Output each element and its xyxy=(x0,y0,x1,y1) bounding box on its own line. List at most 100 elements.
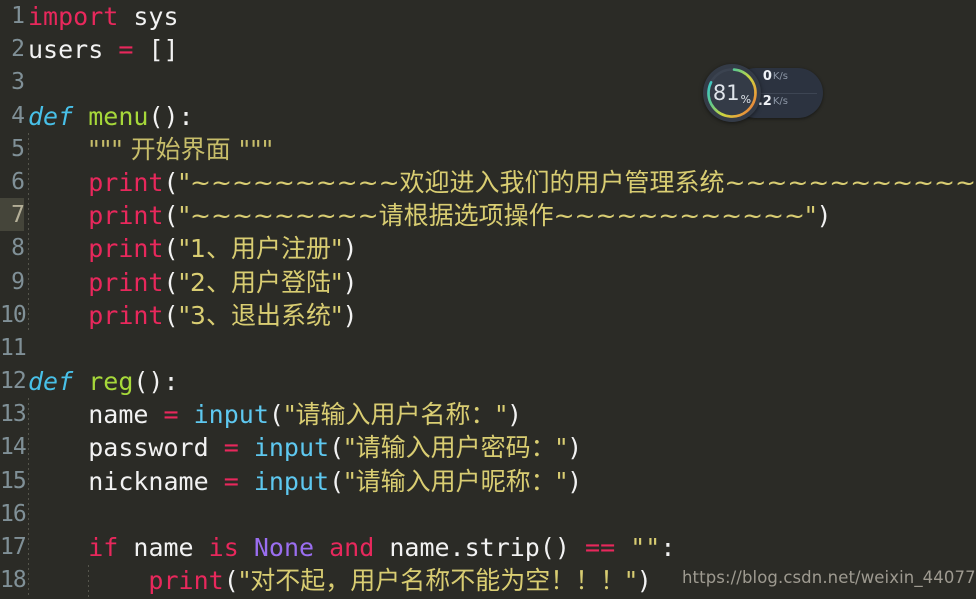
code-line[interactable]: 12def reg(): xyxy=(0,365,976,398)
cpu-percent-symbol: % xyxy=(740,93,752,106)
code-token: nickname xyxy=(88,466,209,496)
code-token: input xyxy=(193,400,269,430)
code-line[interactable]: 1 import sys xyxy=(0,0,976,33)
code-token: = xyxy=(118,35,134,65)
code-token: "请输入用户名称：" xyxy=(283,400,507,430)
code-line-text: print("~~~~~~~~~~欢迎进入我们的用户管理系统~~~~~~~~~~… xyxy=(28,168,976,197)
code-token: if xyxy=(88,533,119,562)
code-line[interactable]: 11 xyxy=(0,332,976,365)
line-number: 10 xyxy=(0,301,27,328)
code-line[interactable]: 16 xyxy=(0,498,976,531)
code-token: def xyxy=(28,101,74,131)
code-token: name xyxy=(133,533,194,562)
code-line[interactable]: 15 nickname = input("请输入用户昵称：") xyxy=(0,465,976,498)
code-line[interactable]: 13 name = input("请输入用户名称：") xyxy=(0,398,976,431)
code-token: ( xyxy=(329,466,345,496)
code-token: def xyxy=(28,367,74,397)
code-line-text: print("~~~~~~~~~请根据选项操作~~~~~~~~~~~~") xyxy=(28,201,832,231)
code-token: ) xyxy=(342,267,358,297)
code-line-text: users = [] xyxy=(28,35,179,64)
network-speed-widget[interactable]: 0 K/s 0.2 K/s 81 % xyxy=(703,64,823,122)
line-number: 18 xyxy=(0,567,27,594)
code-token: ) xyxy=(506,400,523,430)
code-token: ( xyxy=(223,566,239,596)
line-number: 3 xyxy=(11,69,25,96)
cpu-usage-value: 81 xyxy=(712,81,740,105)
code-token: "~~~~~~~~~请根据选项操作~~~~~~~~~~~~" xyxy=(178,201,817,231)
code-line[interactable]: 5 """ 开始界面 """ xyxy=(0,133,976,166)
code-token: name xyxy=(88,400,149,430)
code-token: "~~~~~~~~~~欢迎进入我们的用户管理系统~~~~~~~~~~~~" xyxy=(178,167,976,197)
code-token: ) xyxy=(636,566,652,596)
line-number: 2 xyxy=(11,36,25,63)
code-line[interactable]: 10 print("3、退出系统") xyxy=(0,299,976,332)
code-token: import xyxy=(28,2,119,31)
code-token: "3、退出系统" xyxy=(178,300,343,330)
code-token: : xyxy=(660,533,676,562)
line-number: 11 xyxy=(0,334,27,361)
line-number: 16 xyxy=(0,500,27,527)
line-number: 17 xyxy=(0,534,27,560)
line-number: 9 xyxy=(11,268,25,295)
code-line[interactable]: 17 if name is None and name.strip() == "… xyxy=(0,531,976,564)
code-line[interactable]: 4 def menu(): xyxy=(0,100,976,133)
code-line-text: print("1、用户注册") xyxy=(28,234,358,264)
watermark-text: https://blog.csdn.net/weixin_44077638 xyxy=(682,568,976,587)
code-content[interactable]: 1 import sys 2 users = [] 3 4 def menu(): 5 """… xyxy=(0,0,976,597)
code-line-text: """ 开始界面 """ xyxy=(28,135,273,164)
code-token: () xyxy=(148,101,179,131)
code-token: password xyxy=(88,433,209,463)
code-token: "2、用户登陆" xyxy=(178,267,343,297)
code-token: print xyxy=(88,300,164,330)
code-line-text: nickname = input("请输入用户昵称：") xyxy=(28,467,582,496)
code-token: print xyxy=(88,234,164,264)
code-token: ) xyxy=(342,234,358,264)
code-line-text: password = input("请输入用户密码：") xyxy=(28,433,582,462)
code-line[interactable]: 7 print("~~~~~~~~~请根据选项操作~~~~~~~~~~~~") xyxy=(0,199,976,232)
code-token: print xyxy=(88,167,164,197)
code-line-text: if name is None and name.strip() == "": xyxy=(28,533,675,562)
code-token: () xyxy=(133,367,164,397)
line-number: 8 xyxy=(11,235,25,262)
code-line-text: print("3、退出系统") xyxy=(28,300,357,330)
code-token: name.strip() xyxy=(389,533,570,562)
code-line[interactable]: 6 print("~~~~~~~~~~欢迎进入我们的用户管理系统~~~~~~~~… xyxy=(0,166,976,199)
code-token: = xyxy=(223,433,239,463)
code-editor[interactable]: 1 import sys 2 users = [] 3 4 def menu(): 5 """… xyxy=(0,0,976,599)
code-token: ( xyxy=(163,300,179,330)
code-token: None xyxy=(253,533,315,562)
cpu-usage-gauge[interactable]: 81 % xyxy=(703,64,761,122)
code-token: ) xyxy=(567,433,583,463)
download-speed-unit: K/s xyxy=(772,96,788,107)
code-line[interactable]: 14 password = input("请输入用户密码：") xyxy=(0,431,976,464)
upload-speed-unit: K/s xyxy=(772,71,788,82)
code-token: : xyxy=(178,101,194,131)
code-token: "" xyxy=(630,533,661,562)
code-token: print xyxy=(148,566,224,596)
code-token: ) xyxy=(816,201,832,231)
code-token: [] xyxy=(148,35,179,65)
code-token: == xyxy=(585,533,616,562)
code-token: """ 开始界面 """ xyxy=(88,134,274,164)
code-line[interactable]: 2 users = [] xyxy=(0,33,976,66)
line-number: 4 xyxy=(11,102,25,129)
line-number: 14 xyxy=(0,434,27,461)
code-line[interactable]: 3 xyxy=(0,66,976,99)
code-line[interactable]: 8 print("1、用户注册") xyxy=(0,232,976,265)
code-token: "请输入用户昵称：" xyxy=(344,466,568,496)
code-line-text: print("对不起，用户名称不能为空！！！") xyxy=(28,566,652,596)
code-token: input xyxy=(253,466,330,496)
code-line[interactable]: 9 print("2、用户登陆") xyxy=(0,266,976,299)
